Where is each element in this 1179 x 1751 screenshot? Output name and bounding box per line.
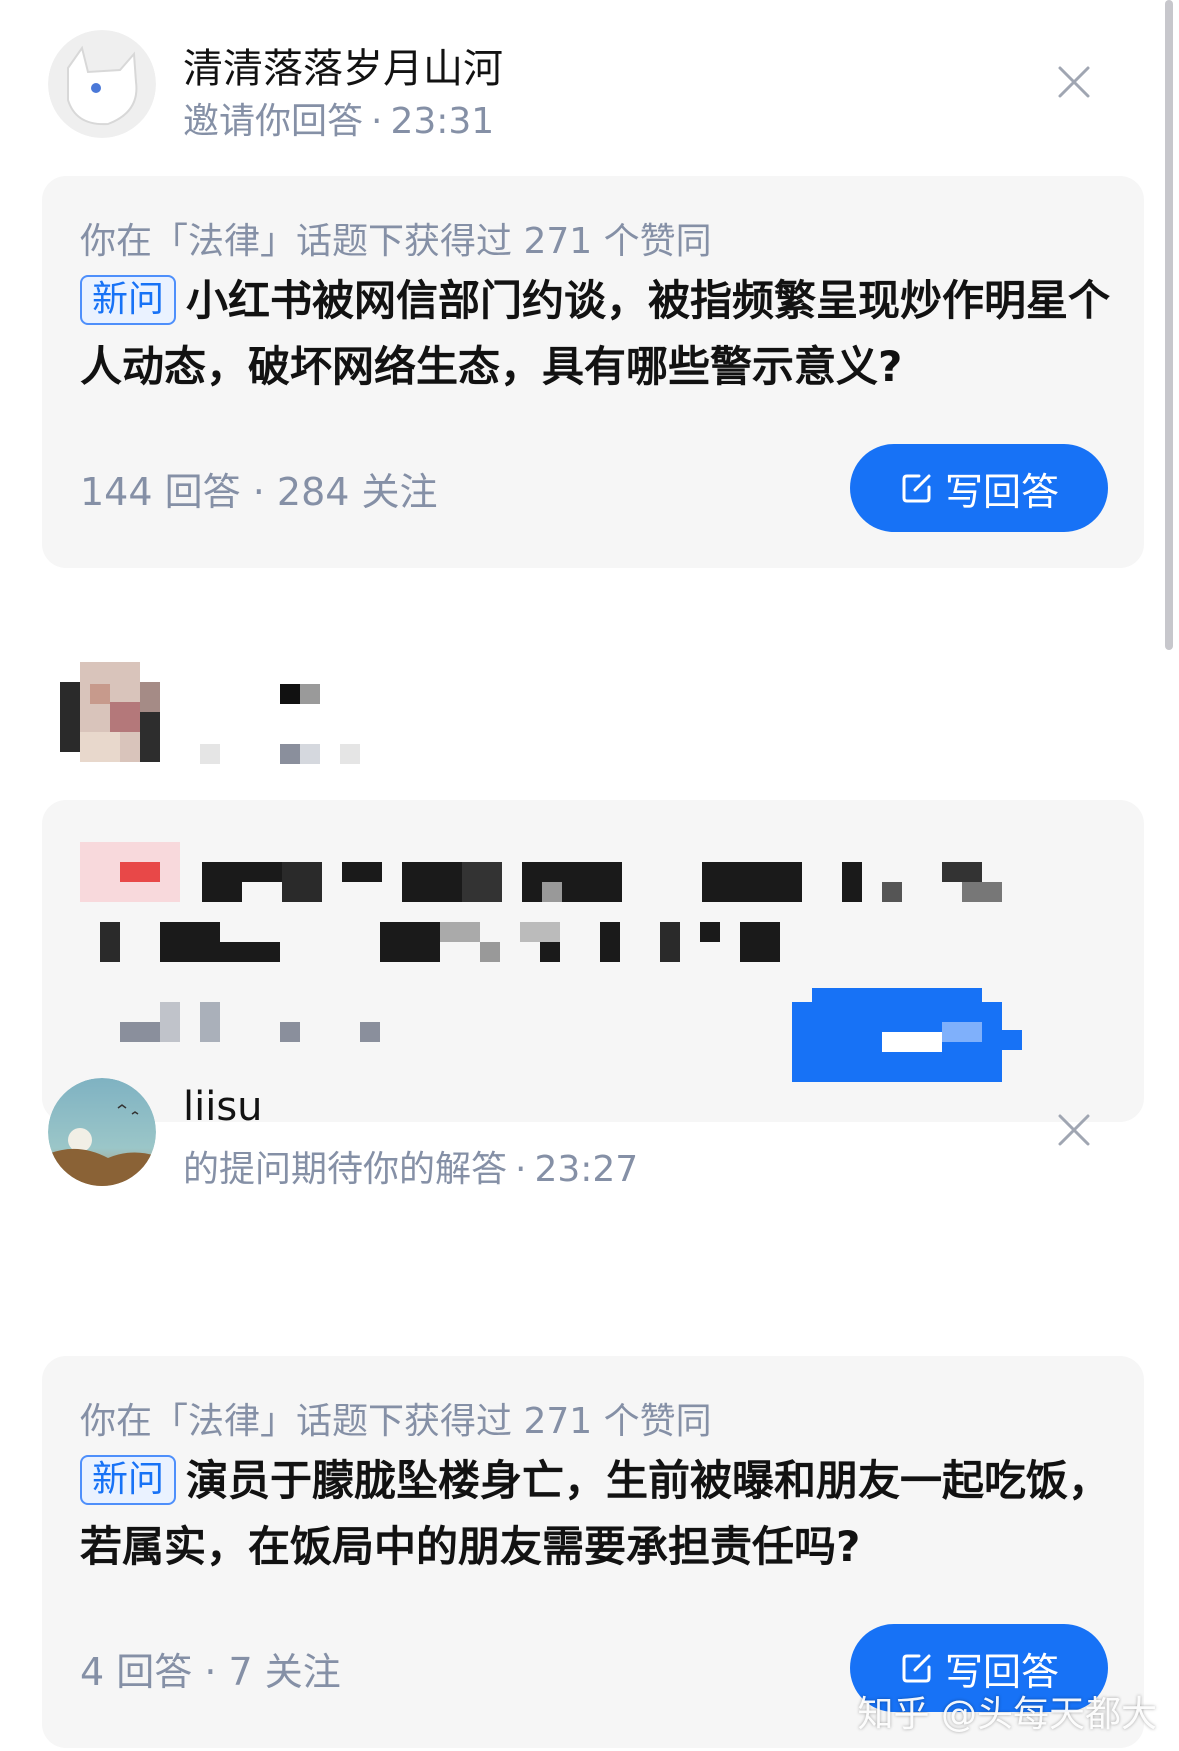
avatar[interactable] (48, 1078, 156, 1186)
notification-meta: 邀请你回答 · 23:31 (183, 92, 494, 144)
redacted-question-card[interactable] (42, 800, 1144, 1122)
question-card[interactable]: 你在「法律」话题下获得过 271 个赞同 新问 小红书被网信部门约谈，被指频繁呈现… (42, 176, 1144, 568)
watermark: 知乎 @头每天都大 (857, 1694, 1157, 1735)
question-stats: 144 回答 · 284 关注 (80, 461, 438, 516)
question-title[interactable]: 新问 小红书被网信部门约谈，被指频繁呈现炒作明星个人动态，破坏网络生态，具有哪些警… (80, 268, 1120, 400)
new-question-badge: 新问 (80, 1455, 177, 1505)
close-icon[interactable] (1050, 1106, 1098, 1154)
separator-dot: · (204, 1650, 217, 1694)
close-icon[interactable] (1050, 58, 1098, 106)
scrollbar[interactable] (1165, 0, 1173, 650)
question-title[interactable]: 新问 演员于朦胧坠楼身亡，生前被曝和朋友一起吃饭，若属实，在饭局中的朋友需要承担责… (80, 1448, 1120, 1580)
question-text[interactable]: 小红书被网信部门约谈，被指频繁呈现炒作明星个人动态，破坏网络生态，具有哪些警示意… (80, 276, 1110, 391)
question-stats: 4 回答 · 7 关注 (80, 1641, 341, 1696)
topic-reason: 你在「法律」话题下获得过 271 个赞同 (80, 221, 712, 262)
question-text[interactable]: 演员于朦胧坠楼身亡，生前被曝和朋友一起吃饭，若属实，在饭局中的朋友需要承担责任吗… (80, 1456, 1110, 1571)
new-question-badge: 新问 (80, 275, 177, 325)
user-name[interactable]: 清清落落岁月山河 (183, 36, 503, 94)
edit-icon (902, 474, 931, 503)
separator-dot: · (515, 1149, 527, 1190)
notification-action: 的提问期待你的解答 (183, 1149, 508, 1190)
user-name[interactable]: liisu (183, 1084, 263, 1130)
notification-header: 清清落落岁月山河 邀请你回答 · 23:31 (48, 30, 1108, 142)
notification-time: 23:31 (390, 101, 495, 142)
write-answer-button[interactable]: 写回答 (850, 444, 1108, 532)
edit-icon (902, 1654, 931, 1683)
write-answer-label: 写回答 (944, 469, 1059, 514)
follow-count: 7 关注 (228, 1650, 341, 1694)
topic-reason: 你在「法律」话题下获得过 271 个赞同 (80, 1401, 712, 1442)
notification-time: 23:27 (534, 1149, 639, 1190)
notification-meta: 的提问期待你的解答 · 23:27 (183, 1140, 638, 1192)
notification-header: liisu 的提问期待你的解答 · 23:27 (48, 1078, 1108, 1190)
answer-count: 144 回答 (80, 470, 241, 514)
avatar[interactable] (48, 30, 156, 138)
notification-action: 邀请你回答 (183, 101, 364, 142)
follow-count: 284 关注 (276, 470, 438, 514)
redacted-header (60, 662, 460, 772)
redacted-content (80, 842, 1022, 1082)
separator-dot: · (252, 470, 265, 514)
answer-count: 4 回答 (80, 1650, 193, 1694)
separator-dot: · (371, 101, 383, 142)
